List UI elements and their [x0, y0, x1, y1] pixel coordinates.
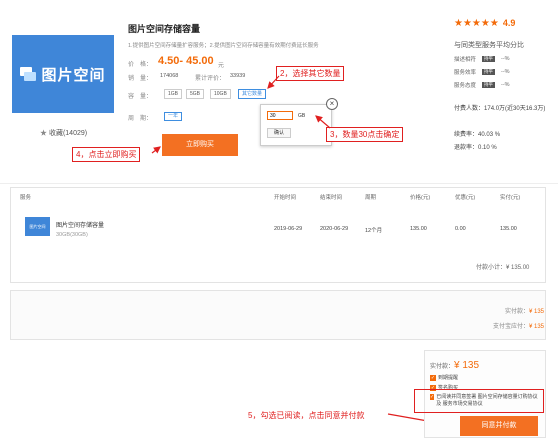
column-header: 实付(元)	[500, 195, 521, 201]
rating-row-value: --%	[501, 82, 510, 88]
rating-row-label: 描述相符	[454, 57, 477, 63]
star-icon: ★★★★★	[454, 18, 499, 29]
row-start: 2019-06-29	[274, 226, 303, 232]
stat-value: 0.10 %	[478, 145, 497, 151]
rating-row-label: 服务效率	[454, 70, 477, 76]
column-header: 结束时间	[320, 195, 343, 201]
rating-row: 服务效率 持平 --%	[454, 68, 510, 76]
stat-label: 退款率：	[454, 145, 479, 151]
agreement-text: 已阅读并同意签署 图片空间存储容量订购协议 及 服务市场交易协议	[436, 394, 538, 407]
stat-label: 续费率：	[454, 132, 479, 138]
column-header: 服务	[20, 195, 32, 201]
rating-row-badge: 持平	[482, 82, 496, 88]
summary-paid-label: 实付款：	[504, 309, 529, 315]
column-header: 开始时间	[274, 195, 297, 201]
rating-row: 服务态度 持平 --%	[454, 81, 510, 89]
column-header: 价格(元)	[410, 195, 431, 201]
checkout-paid: 实付款：¥ 135	[430, 360, 479, 371]
checkout-paid-label: 实付款：	[430, 364, 455, 370]
checkbox-checked-icon[interactable]: ✓	[430, 394, 435, 400]
row-price: 135.00	[410, 226, 427, 232]
rating-stars: ★★★★★ 4.9	[454, 18, 515, 29]
option-reminder[interactable]: ✓ 到期提醒	[430, 374, 458, 381]
divider	[0, 183, 558, 184]
row-product-image: 图片空间	[25, 217, 50, 236]
rating-row: 描述相符 持平 --%	[454, 55, 510, 63]
rating-row-badge: 持平	[482, 69, 496, 75]
row-product-spec: 30GB(30GB)	[56, 232, 88, 238]
row-product-name: 图片空间存储容量	[56, 223, 105, 229]
rating-row-label: 服务态度	[454, 83, 477, 89]
row-paid: 135.00	[500, 226, 517, 232]
checkout-paid-value: ¥ 135	[454, 360, 480, 371]
subtotal-value: ¥ 135.00	[506, 265, 530, 271]
row-discount: 0.00	[455, 226, 466, 232]
row-end: 2020-06-29	[320, 226, 349, 232]
summary-alipay-label: 支付宝应付：	[492, 324, 529, 330]
summary-paid-value: ¥ 135	[528, 309, 544, 315]
stat-row: 续费率：40.03 %	[454, 129, 500, 138]
column-header: 周期	[365, 195, 377, 201]
summary-alipay: 支付宝应付：¥ 135	[493, 321, 544, 330]
stat-label: 付费人数：	[454, 106, 485, 112]
rating-score: 4.9	[502, 18, 516, 28]
peer-compare-label: 与同类型服务平均分比	[454, 42, 524, 49]
row-period: 12个月	[365, 228, 383, 234]
order-table	[10, 187, 546, 283]
stat-row: 付费人数：174.0万(近30天16.3万)	[454, 103, 545, 112]
subtotal: 付款小计：¥ 135.00	[476, 262, 529, 271]
summary-paid: 实付款：¥ 135	[505, 306, 544, 315]
column-header: 优惠(元)	[455, 195, 476, 201]
agreement-checkbox[interactable]: ✓ 已阅读并同意签署 图片空间存储容量订购协议 及 服务市场交易协议	[430, 394, 540, 408]
checkbox-checked-icon[interactable]: ✓	[430, 374, 436, 381]
summary-panel	[10, 290, 546, 340]
rating-row-value: --%	[501, 56, 510, 62]
rating-row-value: --%	[501, 69, 510, 75]
summary-alipay-value: ¥ 135	[528, 324, 544, 330]
rating-row-badge: 持平	[482, 56, 496, 62]
option-reminder-label: 到期提醒	[438, 375, 459, 381]
agree-and-pay-button[interactable]: 同意并付款	[460, 416, 538, 436]
stat-value: 174.0万(近30天16.3万)	[484, 106, 546, 112]
subtotal-label: 付款小计：	[476, 265, 507, 271]
stat-value: 40.03 %	[478, 132, 501, 138]
stat-row: 退款率：0.10 %	[454, 142, 497, 151]
